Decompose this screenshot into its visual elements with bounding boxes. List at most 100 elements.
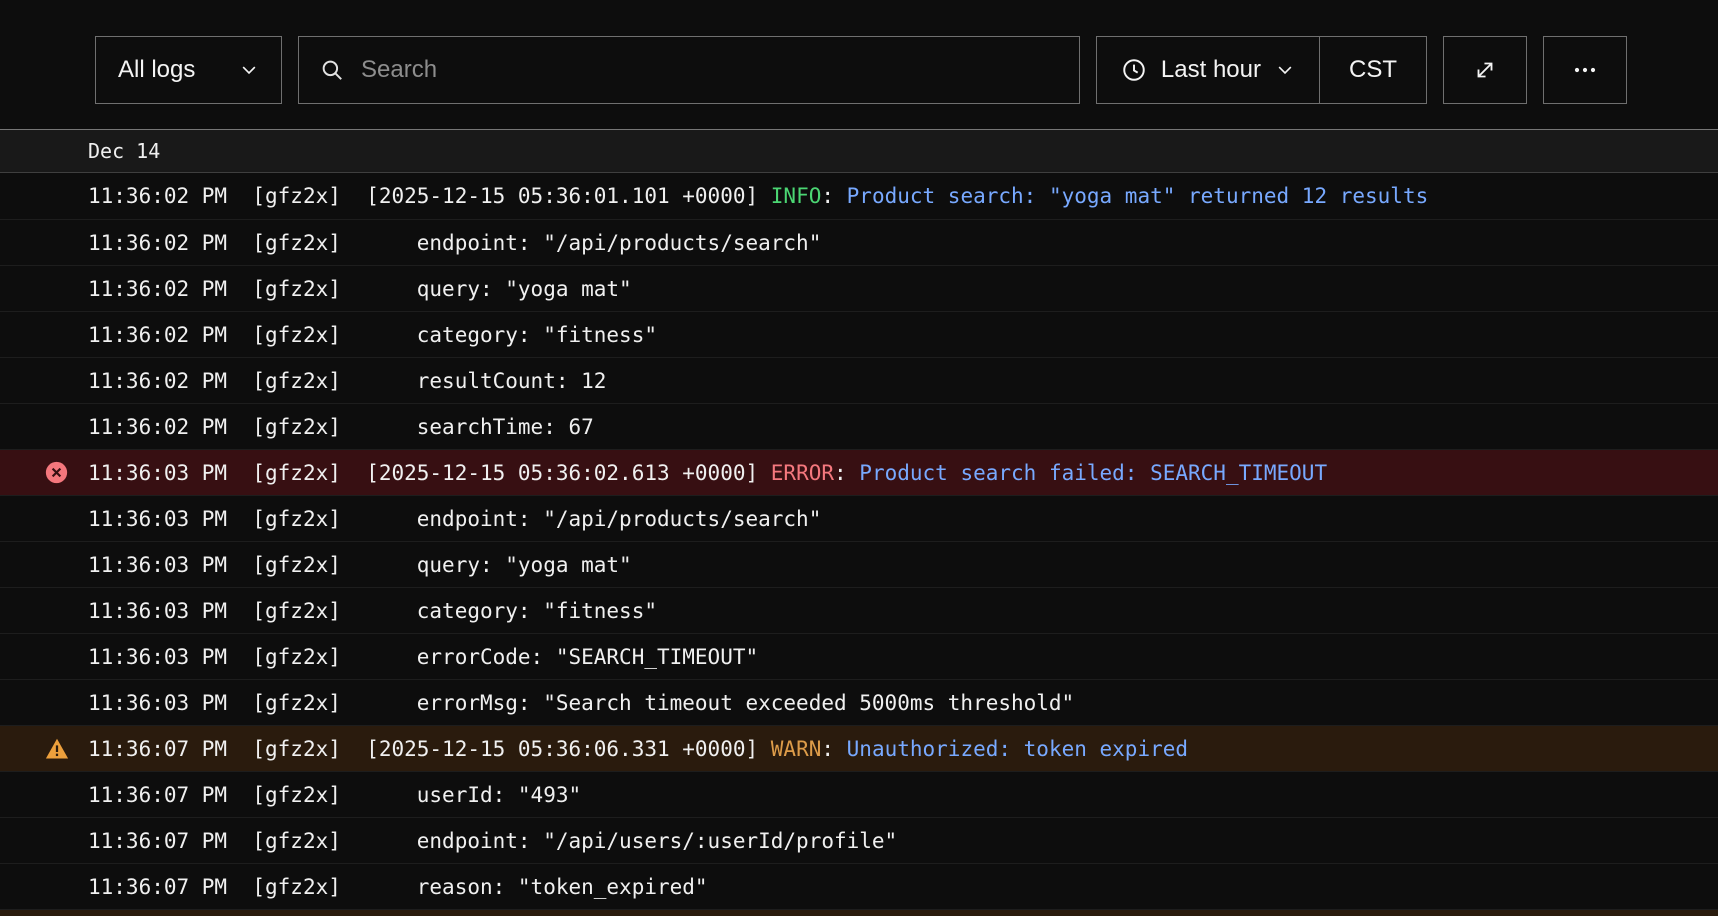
log-row[interactable]: 11:36:07 PM [gfz2x] [2025-12-15 05:36:06… (0, 725, 1718, 771)
log-timestamp: 11:36:07 PM (88, 737, 227, 761)
log-detail: category: "fitness" (366, 599, 657, 623)
log-timestamp: 11:36:03 PM (88, 553, 227, 577)
log-timestamp: 11:36:07 PM (88, 829, 227, 853)
log-level-colon: : (821, 737, 846, 761)
log-line: 11:36:03 PM [gfz2x] errorMsg: "Search ti… (88, 691, 1074, 715)
log-line: 11:36:03 PM [gfz2x] category: "fitness" (88, 599, 657, 623)
log-detail: errorCode: "SEARCH_TIMEOUT" (366, 645, 758, 669)
log-timestamp: 11:36:03 PM (88, 461, 227, 485)
log-row[interactable]: 11:36:02 PM [gfz2x] category: "fitness" (0, 311, 1718, 357)
search-input[interactable] (361, 56, 1059, 84)
log-timestamp: 11:36:03 PM (88, 599, 227, 623)
log-row[interactable]: 11:36:02 PM [gfz2x] [2025-12-15 05:36:01… (0, 173, 1718, 219)
toolbar: All logs Last hour CST (0, 0, 1718, 129)
log-timestamp: 11:36:02 PM (88, 415, 227, 439)
spacer (341, 737, 366, 761)
log-row[interactable]: 11:36:03 PM [gfz2x] errorCode: "SEARCH_T… (0, 633, 1718, 679)
log-tag: [gfz2x] (252, 599, 341, 623)
log-row[interactable]: 11:36:07 PM [gfz2x] userId: "493" (0, 771, 1718, 817)
spacer (227, 369, 252, 393)
log-line: 11:36:02 PM [gfz2x] resultCount: 12 (88, 369, 606, 393)
log-row[interactable]: 11:36:07 PM [gfz2x] reason: "token_expir… (0, 863, 1718, 909)
log-row[interactable]: 11:36:03 PM [gfz2x] endpoint: "/api/prod… (0, 495, 1718, 541)
log-filter-dropdown[interactable]: All logs (95, 36, 282, 104)
log-row[interactable]: 11:36:03 PM [gfz2x] [2025-12-15 05:36:02… (0, 449, 1718, 495)
log-tag: [gfz2x] (252, 277, 341, 301)
log-tag: [gfz2x] (252, 369, 341, 393)
log-tag: [gfz2x] (252, 184, 341, 208)
log-row[interactable]: 11:36:03 PM [gfz2x] errorMsg: "Search ti… (0, 679, 1718, 725)
spacer (227, 231, 252, 255)
log-row[interactable] (0, 909, 1718, 916)
spacer (341, 369, 366, 393)
log-message: Product search: "yoga mat" returned 12 r… (847, 184, 1429, 208)
log-timestamp: 11:36:02 PM (88, 369, 227, 393)
spacer (341, 184, 366, 208)
spacer (758, 737, 771, 761)
log-row[interactable]: 11:36:02 PM [gfz2x] query: "yoga mat" (0, 265, 1718, 311)
log-tag: [gfz2x] (252, 553, 341, 577)
log-row-gutter (0, 737, 88, 761)
log-detail: reason: "token_expired" (366, 875, 707, 899)
log-detail: searchTime: 67 (366, 415, 594, 439)
log-datetime: [2025-12-15 05:36:02.613 +0000] (366, 461, 758, 485)
search-box[interactable] (298, 36, 1080, 104)
log-line: 11:36:03 PM [gfz2x] query: "yoga mat" (88, 553, 632, 577)
time-range-label: Last hour (1161, 56, 1261, 84)
log-row[interactable]: 11:36:02 PM [gfz2x] resultCount: 12 (0, 357, 1718, 403)
log-message: Product search failed: SEARCH_TIMEOUT (859, 461, 1327, 485)
log-detail: endpoint: "/api/products/search" (366, 231, 821, 255)
spacer (341, 415, 366, 439)
log-timestamp: 11:36:07 PM (88, 783, 227, 807)
log-tag: [gfz2x] (252, 783, 341, 807)
log-line: 11:36:02 PM [gfz2x] searchTime: 67 (88, 415, 594, 439)
log-timestamp: 11:36:02 PM (88, 231, 227, 255)
spacer (227, 184, 252, 208)
log-detail: userId: "493" (366, 783, 581, 807)
log-detail: category: "fitness" (366, 323, 657, 347)
log-detail: query: "yoga mat" (366, 277, 632, 301)
chevron-down-icon (1275, 60, 1295, 80)
log-filter-label: All logs (118, 56, 195, 84)
log-tag: [gfz2x] (252, 829, 341, 853)
timezone-button[interactable]: CST (1320, 37, 1426, 103)
log-timestamp: 11:36:03 PM (88, 645, 227, 669)
log-line: 11:36:02 PM [gfz2x] [2025-12-15 05:36:01… (88, 184, 1428, 208)
spacer (341, 783, 366, 807)
timezone-label: CST (1349, 56, 1397, 84)
spacer (341, 461, 366, 485)
spacer (227, 737, 252, 761)
log-tag: [gfz2x] (252, 231, 341, 255)
spacer (758, 184, 771, 208)
log-line: 11:36:07 PM [gfz2x] endpoint: "/api/user… (88, 829, 897, 853)
log-detail: query: "yoga mat" (366, 553, 632, 577)
log-level-badge: ERROR (771, 461, 834, 485)
log-line: 11:36:02 PM [gfz2x] category: "fitness" (88, 323, 657, 347)
log-list: 11:36:02 PM [gfz2x] [2025-12-15 05:36:01… (0, 173, 1718, 916)
log-row[interactable]: 11:36:02 PM [gfz2x] searchTime: 67 (0, 403, 1718, 449)
spacer (341, 277, 366, 301)
more-options-button[interactable] (1543, 36, 1627, 104)
log-level-badge: INFO (771, 184, 822, 208)
spacer (341, 507, 366, 531)
spacer (341, 599, 366, 623)
spacer (227, 691, 252, 715)
log-row[interactable]: 11:36:07 PM [gfz2x] endpoint: "/api/user… (0, 817, 1718, 863)
log-row-gutter (0, 461, 88, 484)
spacer (341, 553, 366, 577)
spacer (341, 323, 366, 347)
log-row[interactable]: 11:36:03 PM [gfz2x] query: "yoga mat" (0, 541, 1718, 587)
log-row[interactable]: 11:36:02 PM [gfz2x] endpoint: "/api/prod… (0, 219, 1718, 265)
expand-button[interactable] (1443, 36, 1527, 104)
spacer (227, 553, 252, 577)
log-line: 11:36:02 PM [gfz2x] query: "yoga mat" (88, 277, 632, 301)
time-range-dropdown[interactable]: Last hour (1097, 37, 1319, 103)
spacer (227, 415, 252, 439)
spacer (758, 461, 771, 485)
log-detail: endpoint: "/api/users/:userId/profile" (366, 829, 897, 853)
spacer (341, 829, 366, 853)
log-datetime: [2025-12-15 05:36:01.101 +0000] (366, 184, 758, 208)
spacer (341, 875, 366, 899)
log-row[interactable]: 11:36:03 PM [gfz2x] category: "fitness" (0, 587, 1718, 633)
log-tag: [gfz2x] (252, 875, 341, 899)
